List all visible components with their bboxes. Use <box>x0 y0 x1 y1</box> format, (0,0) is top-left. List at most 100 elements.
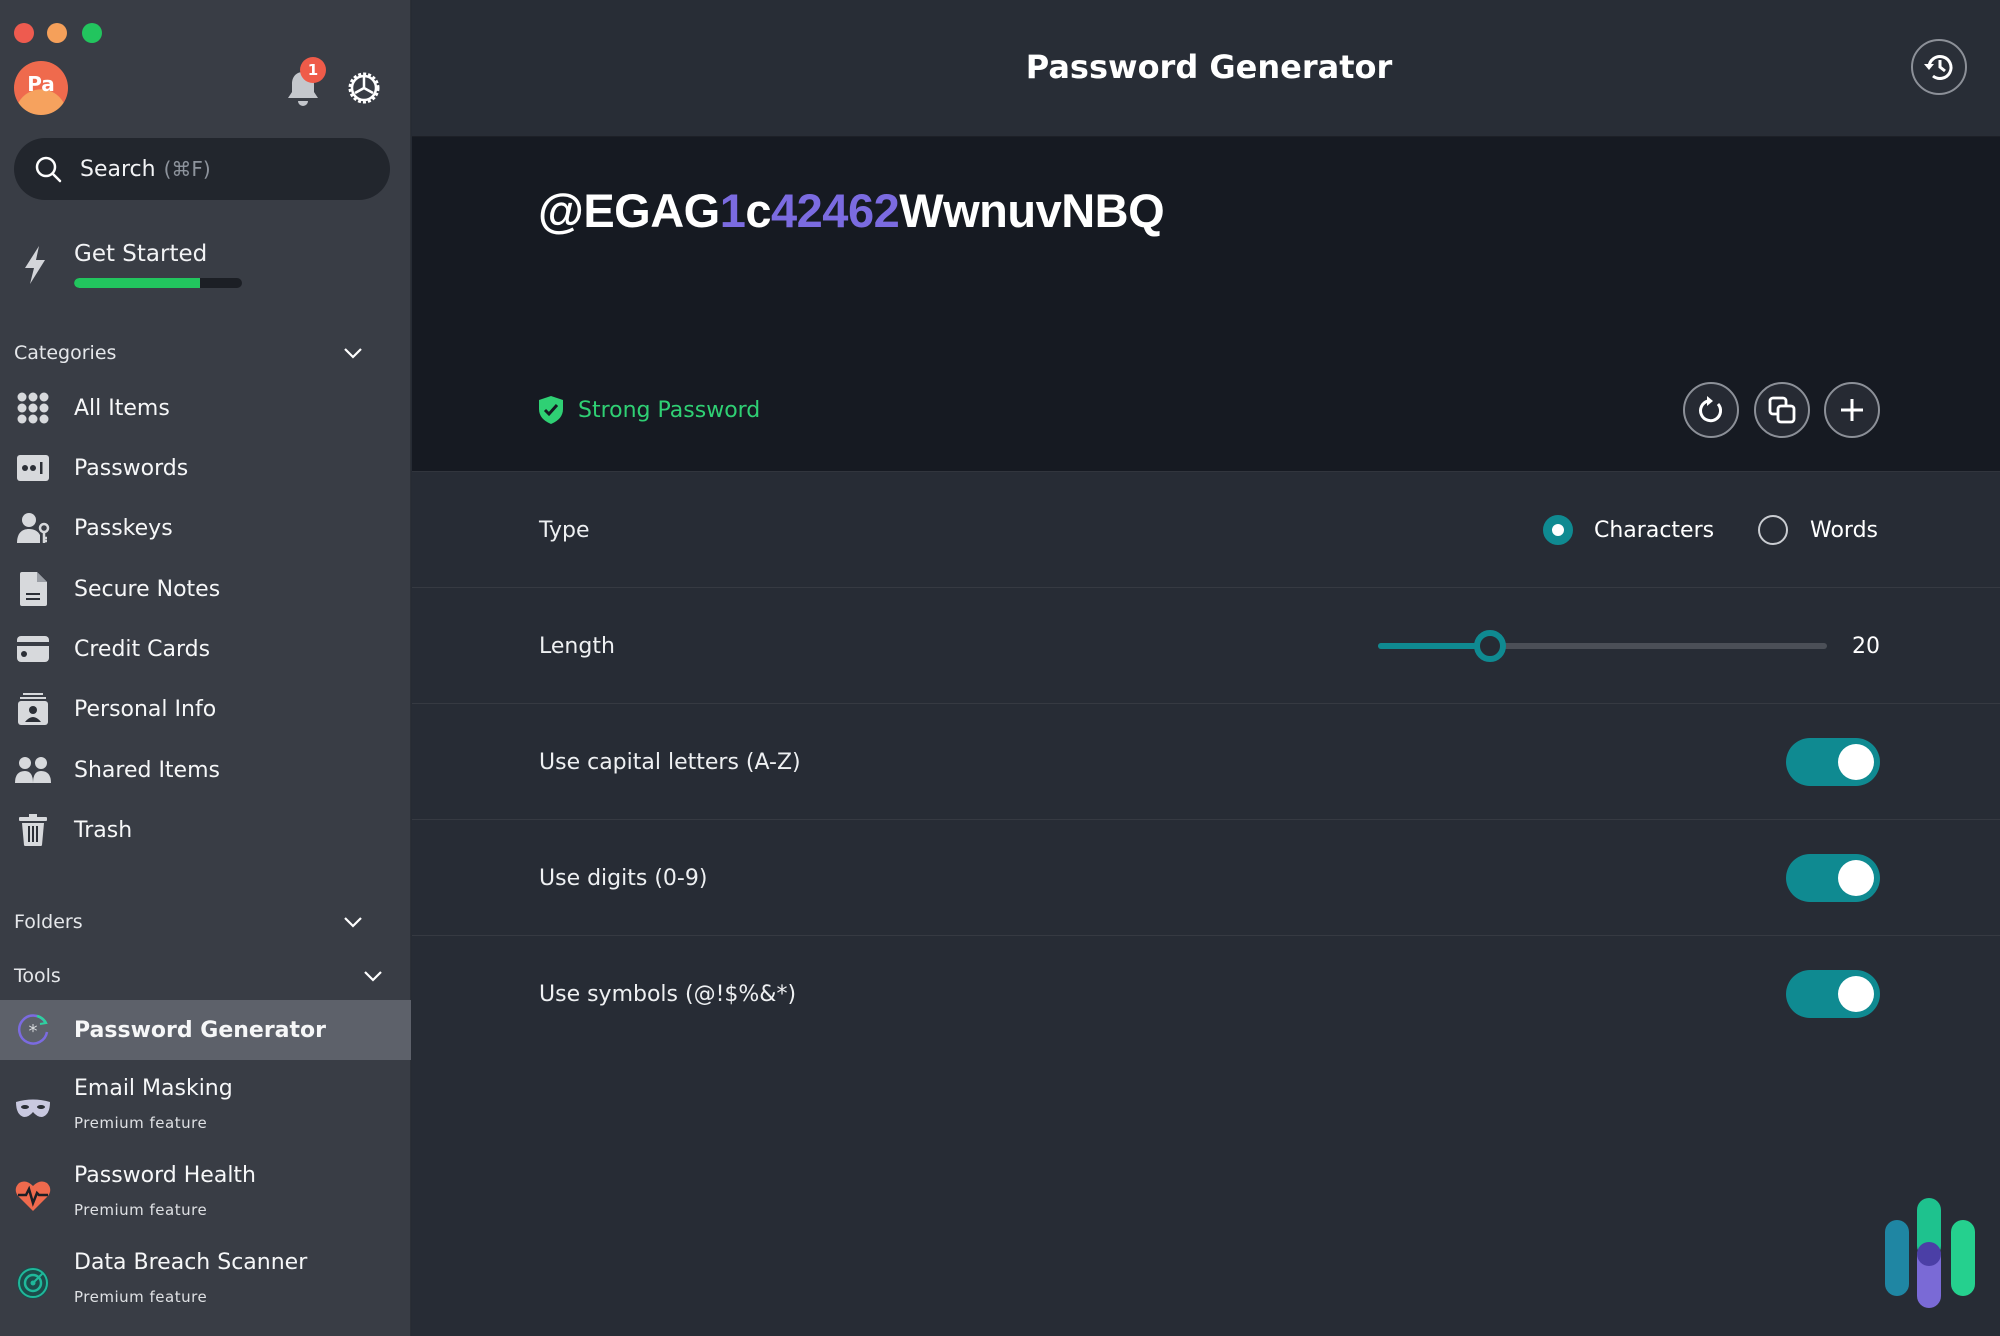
sidebar-item-email-masking[interactable]: Email Masking Premium feature <box>0 1068 411 1150</box>
password-strength: Strong Password <box>538 395 760 425</box>
search-shortcut: (⌘F) <box>163 157 211 181</box>
window-maximize-button[interactable] <box>82 23 102 43</box>
chevron-down-icon <box>364 971 382 982</box>
password-digit-segment: 1 <box>719 184 746 237</box>
sidebar-item-label: Password Generator <box>74 1017 327 1043</box>
refresh-icon <box>1699 396 1723 423</box>
symbols-toggle[interactable] <box>1786 970 1880 1018</box>
sidebar-item-shared-items[interactable]: Shared Items <box>0 742 411 798</box>
get-started-progress <box>74 278 242 288</box>
sidebar-item-credit-cards[interactable]: Credit Cards <box>0 621 411 677</box>
premium-feature-label: Premium feature <box>74 1288 208 1306</box>
digits-label: Use digits (0-9) <box>539 865 708 891</box>
sidebar-item-personal-info[interactable]: Personal Info <box>0 681 411 737</box>
type-row: Type Characters Words <box>412 472 2000 588</box>
users-icon <box>15 757 51 783</box>
password-char-segment: WwnuvNBQ <box>899 184 1165 237</box>
sidebar-item-label: Passkeys <box>74 515 173 541</box>
window-close-button[interactable] <box>14 23 34 43</box>
sidebar-item-password-generator[interactable]: * Password Generator <box>0 1000 411 1060</box>
sidebar: Pa 1 Search (⌘F) Get Started Categories … <box>0 0 411 1336</box>
folders-header[interactable]: Folders <box>14 907 384 937</box>
capital-letters-row: Use capital letters (A-Z) <box>412 704 2000 820</box>
length-value: 20 <box>1852 633 1880 659</box>
digits-toggle[interactable] <box>1786 854 1880 902</box>
heart-pulse-icon <box>15 1181 51 1211</box>
password-char-segment: @EGAG <box>538 184 720 237</box>
strength-label: Strong Password <box>578 397 761 423</box>
get-started-progress-fill <box>74 278 200 288</box>
radio-words[interactable] <box>1758 515 1788 545</box>
sidebar-item-password-health[interactable]: Password Health Premium feature <box>0 1155 411 1237</box>
avatar[interactable]: Pa <box>14 61 68 115</box>
avatar-initials: Pa <box>27 72 55 96</box>
tools-header[interactable]: Tools <box>14 961 404 991</box>
regenerate-button[interactable] <box>1683 382 1739 438</box>
note-icon <box>20 572 47 606</box>
tool-label: Email Masking <box>74 1076 233 1101</box>
sidebar-item-label: All Items <box>74 395 170 421</box>
length-slider-thumb[interactable] <box>1474 630 1507 662</box>
sidebar-item-all-items[interactable]: All Items <box>0 380 411 436</box>
mask-icon <box>16 1099 50 1117</box>
password-display-panel: @EGAG1c42462WwnuvNBQ Strong Password <box>412 137 2000 472</box>
history-button[interactable] <box>1911 39 1967 95</box>
chevron-down-icon <box>344 917 362 928</box>
length-slider[interactable] <box>1378 630 1827 662</box>
toggle-knob <box>1838 860 1874 896</box>
capital-letters-label: Use capital letters (A-Z) <box>539 749 801 775</box>
lightning-icon <box>25 246 45 284</box>
sidebar-item-label: Shared Items <box>74 757 220 783</box>
header: Password Generator <box>412 0 2000 137</box>
password-field-icon <box>17 455 49 481</box>
toggle-knob <box>1838 976 1874 1012</box>
length-row: Length 20 <box>412 588 2000 704</box>
tool-label: Password Health <box>74 1163 256 1188</box>
categories-label: Categories <box>14 342 117 364</box>
folders-label: Folders <box>14 911 83 933</box>
get-started-item[interactable]: Get Started <box>14 232 394 300</box>
add-item-button[interactable] <box>1824 382 1880 438</box>
search-placeholder: Search <box>80 156 156 182</box>
premium-feature-label: Premium feature <box>74 1201 208 1219</box>
symbols-label: Use symbols (@!$%&*) <box>539 981 797 1007</box>
digits-row: Use digits (0-9) <box>412 820 2000 936</box>
shield-check-icon <box>539 396 563 424</box>
sidebar-item-passwords[interactable]: Passwords <box>0 440 411 496</box>
copy-button[interactable] <box>1754 382 1810 438</box>
sidebar-item-label: Credit Cards <box>74 636 211 662</box>
search-input[interactable]: Search (⌘F) <box>14 138 390 200</box>
svg-text:*: * <box>29 1021 38 1042</box>
length-label: Length <box>539 633 615 659</box>
passkey-user-icon <box>17 513 50 543</box>
capital-letters-toggle[interactable] <box>1786 738 1880 786</box>
history-icon <box>1924 55 1953 80</box>
password-digit-segment: 42462 <box>771 184 900 237</box>
chevron-down-icon <box>344 348 362 359</box>
id-card-icon <box>18 693 48 725</box>
brand-logo-icon <box>1885 1198 1975 1308</box>
sidebar-item-secure-notes[interactable]: Secure Notes <box>0 561 411 617</box>
toggle-knob <box>1838 744 1874 780</box>
premium-feature-label: Premium feature <box>74 1114 208 1132</box>
tools-label: Tools <box>14 965 61 987</box>
generated-password[interactable]: @EGAG1c42462WwnuvNBQ <box>538 183 1165 238</box>
sidebar-item-label: Secure Notes <box>74 576 221 602</box>
sidebar-item-label: Personal Info <box>74 696 217 722</box>
credit-card-icon <box>17 636 49 662</box>
radar-icon <box>17 1267 49 1299</box>
sidebar-item-data-breach-scanner[interactable]: Data Breach Scanner Premium feature <box>0 1242 411 1324</box>
categories-header[interactable]: Categories <box>14 338 384 368</box>
search-icon <box>35 156 62 183</box>
gear-icon <box>348 72 380 104</box>
sidebar-item-label: Trash <box>74 817 133 843</box>
radio-characters-label[interactable]: Characters <box>1594 515 1714 545</box>
sidebar-item-trash[interactable]: Trash <box>0 802 411 858</box>
radio-words-label[interactable]: Words <box>1810 515 1878 545</box>
window-minimize-button[interactable] <box>47 23 67 43</box>
settings-button[interactable] <box>344 68 384 108</box>
sidebar-item-passkeys[interactable]: Passkeys <box>0 500 411 556</box>
radio-characters[interactable] <box>1543 515 1573 545</box>
tool-label: Data Breach Scanner <box>74 1250 308 1275</box>
password-generator-icon: * <box>18 1014 49 1045</box>
